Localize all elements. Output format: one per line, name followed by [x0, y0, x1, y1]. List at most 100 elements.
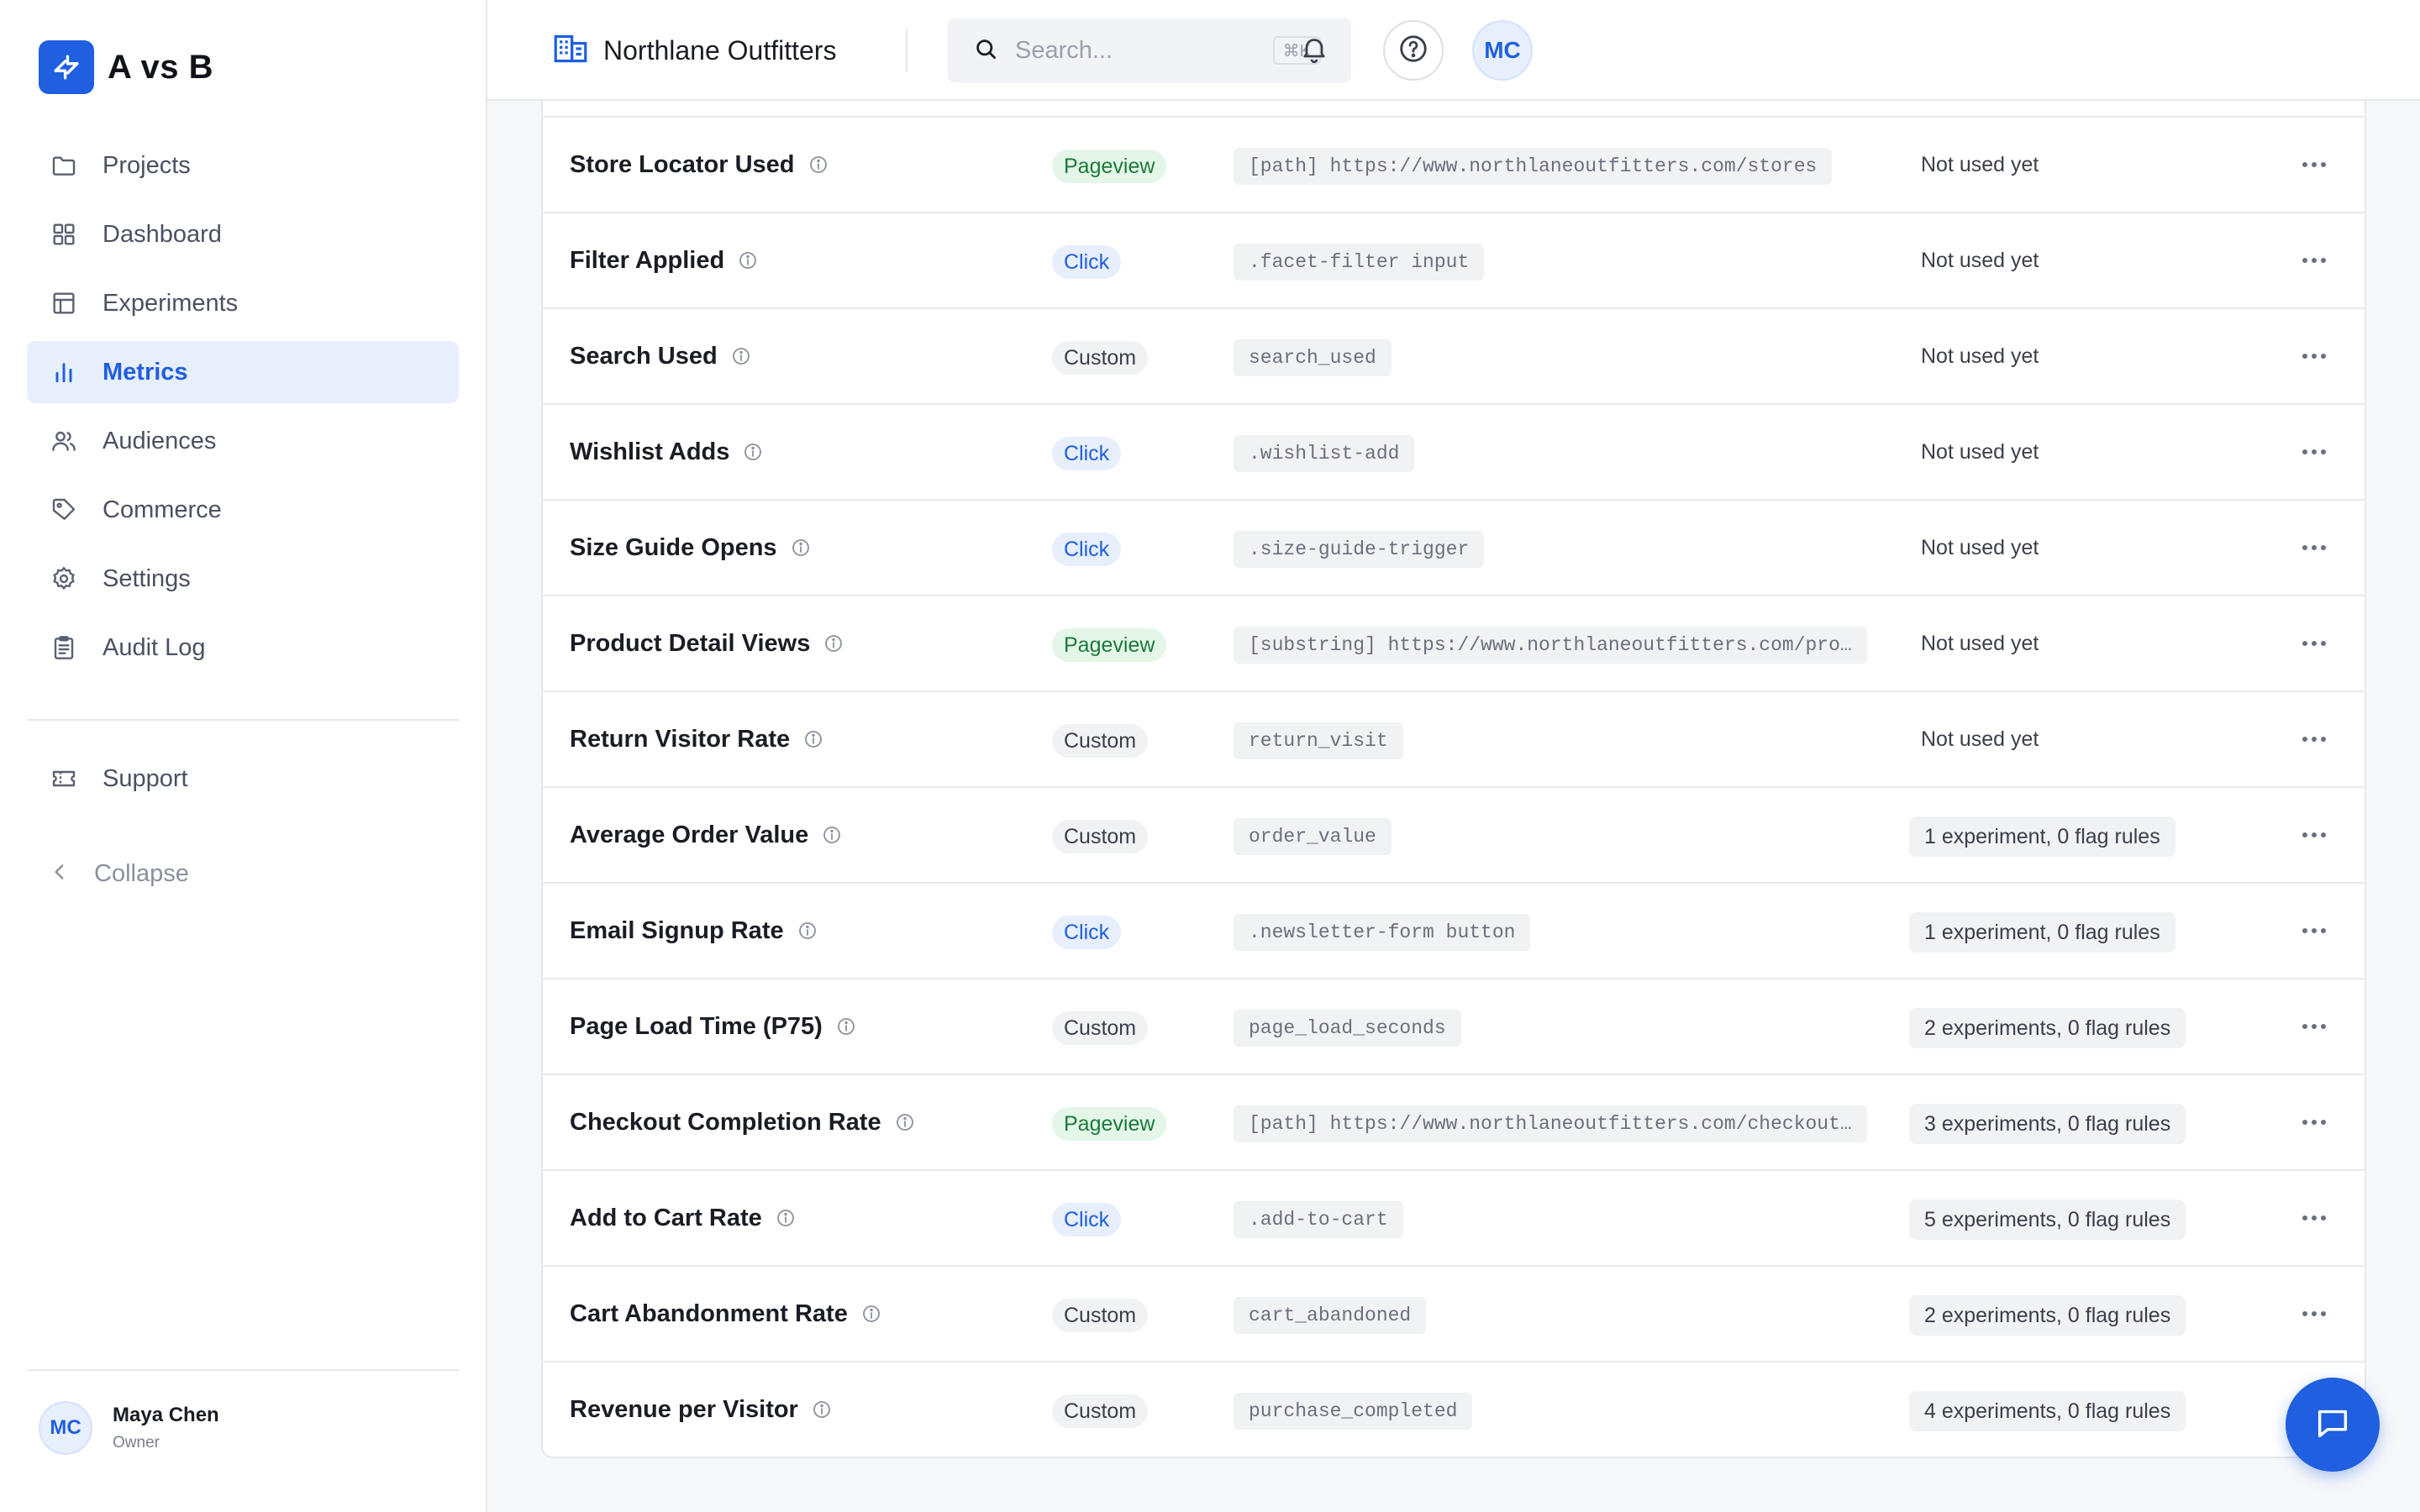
org-switcher[interactable]: Northlane Outfitters: [553, 32, 836, 70]
sidebar-item-experiments[interactable]: Experiments: [27, 272, 459, 334]
metric-usage: Not used yet: [1921, 344, 2039, 368]
more-actions-button[interactable]: [2291, 722, 2338, 756]
sidebar-item-audit-log[interactable]: Audit Log: [27, 617, 459, 679]
table-row[interactable]: Search Used Custom search_used Not used yet: [543, 307, 2365, 403]
info-icon[interactable]: [803, 729, 823, 749]
metric-selector-text: [substring] https://www.northlaneoutfitt…: [1249, 634, 1852, 656]
ellipsis-icon: [2302, 449, 2326, 454]
notifications-button[interactable]: [1284, 20, 1344, 81]
sidebar-item-label: Projects: [103, 151, 191, 179]
table-row[interactable]: Store Locator Used Pageview [path] https:/…: [543, 116, 2365, 212]
table-row[interactable]: Wishlist Adds Click .wishlist-add Not used …: [543, 403, 2365, 499]
metric-name[interactable]: Wishlist Adds: [570, 405, 763, 499]
metric-usage: Not used yet: [1921, 248, 2039, 272]
more-actions-button[interactable]: [2291, 1297, 2338, 1331]
metric-name[interactable]: Size Guide Opens: [570, 501, 811, 595]
metric-type-badge: Click: [1052, 245, 1122, 279]
table-row[interactable]: Add to Cart Rate Click .add-to-cart 5 exper…: [543, 1169, 2365, 1265]
sidebar-item-settings[interactable]: Settings: [27, 548, 459, 610]
help-button[interactable]: [1383, 20, 1444, 81]
info-icon[interactable]: [791, 538, 811, 558]
info-icon[interactable]: [776, 1208, 796, 1228]
ellipsis-icon: [2302, 832, 2326, 837]
more-actions-button[interactable]: [2291, 148, 2338, 181]
table-row[interactable]: Checkout Completion Rate Pageview [path] h…: [543, 1074, 2365, 1169]
table-row[interactable]: Revenue per Visitor Custom purchase_comple…: [543, 1361, 2365, 1457]
metric-type-badge: Custom: [1052, 1299, 1149, 1332]
metric-name[interactable]: Average Order Value: [570, 788, 842, 882]
table-row[interactable]: Cart Abandonment Rate Custom cart_abandone…: [543, 1265, 2365, 1361]
metric-usage: 2 experiments, 0 flag rules: [1909, 1008, 2186, 1048]
info-icon[interactable]: [895, 1112, 915, 1132]
table-row[interactable]: Average Order Value Custom order_value 1 ex…: [543, 786, 2365, 882]
table-row[interactable]: Size Guide Opens Click .size-guide-trigger…: [543, 499, 2365, 595]
ellipsis-icon: [2302, 928, 2326, 933]
metric-name-label: Page Load Time (P75): [570, 1012, 823, 1040]
sidebar-divider: [27, 719, 459, 721]
more-actions-button[interactable]: [2291, 1010, 2338, 1043]
sidebar-item-label: Audiences: [103, 427, 217, 454]
more-actions-button[interactable]: [2291, 244, 2338, 277]
table-row[interactable]: Filter Applied Click .facet-filter input No…: [543, 212, 2365, 307]
metric-name[interactable]: Page Load Time (P75): [570, 979, 856, 1074]
info-icon[interactable]: [823, 633, 844, 654]
more-actions-button[interactable]: [2291, 435, 2338, 469]
info-icon[interactable]: [731, 346, 751, 366]
sidebar-item-metrics[interactable]: Metrics: [27, 341, 459, 403]
sidebar-item-audiences[interactable]: Audiences: [27, 410, 459, 472]
table-row[interactable]: Page Load Time (P75) Custom page_load_seco…: [543, 978, 2365, 1074]
app-name: A vs B: [108, 48, 214, 86]
metric-selector: return_visit: [1234, 722, 1403, 759]
grid-icon: [49, 219, 79, 249]
user-avatar-button[interactable]: MC: [1472, 20, 1533, 81]
info-icon[interactable]: [836, 1016, 856, 1037]
sidebar-item-projects[interactable]: Projects: [27, 134, 459, 197]
metric-type-badge: Click: [1052, 437, 1122, 470]
sidebar-item-dashboard[interactable]: Dashboard: [27, 203, 459, 265]
more-actions-button[interactable]: [2291, 339, 2338, 373]
metric-name[interactable]: Return Visitor Rate: [570, 692, 823, 786]
sidebar-item-commerce[interactable]: Commerce: [27, 479, 459, 541]
more-actions-button[interactable]: [2291, 914, 2338, 948]
table-row[interactable]: Product Detail Views Pageview [substring] …: [543, 595, 2365, 690]
metric-type-badge: Click: [1052, 533, 1122, 566]
info-icon[interactable]: [822, 825, 842, 845]
metric-name[interactable]: Filter Applied: [570, 213, 758, 307]
metric-usage: Not used yet: [1921, 535, 2039, 559]
table-row[interactable]: Return Visitor Rate Custom return_visit Not…: [543, 690, 2365, 786]
brand[interactable]: A vs B: [39, 40, 213, 94]
table-row[interactable]: Email Signup Rate Click .newsletter-form b…: [543, 882, 2365, 978]
info-icon[interactable]: [743, 442, 763, 462]
metric-name[interactable]: Add to Cart Rate: [570, 1171, 796, 1265]
metric-name[interactable]: Cart Abandonment Rate: [570, 1267, 881, 1361]
metric-name[interactable]: Search Used: [570, 309, 751, 403]
sidebar-item-support[interactable]: Support: [27, 748, 459, 810]
metric-name[interactable]: Email Signup Rate: [570, 884, 818, 978]
metric-selector: .add-to-cart: [1234, 1201, 1403, 1238]
metric-name[interactable]: Store Locator Used: [570, 118, 829, 212]
metric-selector-text: search_used: [1249, 347, 1376, 369]
metric-selector: .facet-filter input: [1234, 244, 1485, 281]
chat-button[interactable]: [2286, 1378, 2380, 1472]
more-actions-button[interactable]: [2291, 627, 2338, 660]
info-icon[interactable]: [738, 250, 758, 270]
metric-name[interactable]: Revenue per Visitor: [570, 1362, 832, 1457]
info-icon[interactable]: [797, 921, 818, 941]
metric-selector: search_used: [1234, 339, 1392, 376]
metrics-table: Store Locator Used Pageview [path] https:/…: [541, 101, 2366, 1458]
info-icon[interactable]: [861, 1304, 881, 1324]
metric-usage: 1 experiment, 0 flag rules: [1909, 816, 2175, 857]
ellipsis-icon: [2302, 354, 2326, 359]
more-actions-button[interactable]: [2291, 531, 2338, 564]
collapse-button[interactable]: Collapse: [49, 860, 189, 888]
info-icon[interactable]: [812, 1399, 832, 1420]
user-profile[interactable]: MC Maya Chen Owner: [39, 1401, 219, 1455]
more-actions-button[interactable]: [2291, 1105, 2338, 1139]
search-input[interactable]: [1015, 36, 1259, 65]
metric-name[interactable]: Checkout Completion Rate: [570, 1075, 915, 1169]
more-actions-button[interactable]: [2291, 1201, 2338, 1235]
info-icon[interactable]: [808, 155, 829, 175]
metric-name[interactable]: Product Detail Views: [570, 596, 844, 690]
more-actions-button[interactable]: [2291, 818, 2338, 852]
gear-icon: [49, 564, 79, 594]
